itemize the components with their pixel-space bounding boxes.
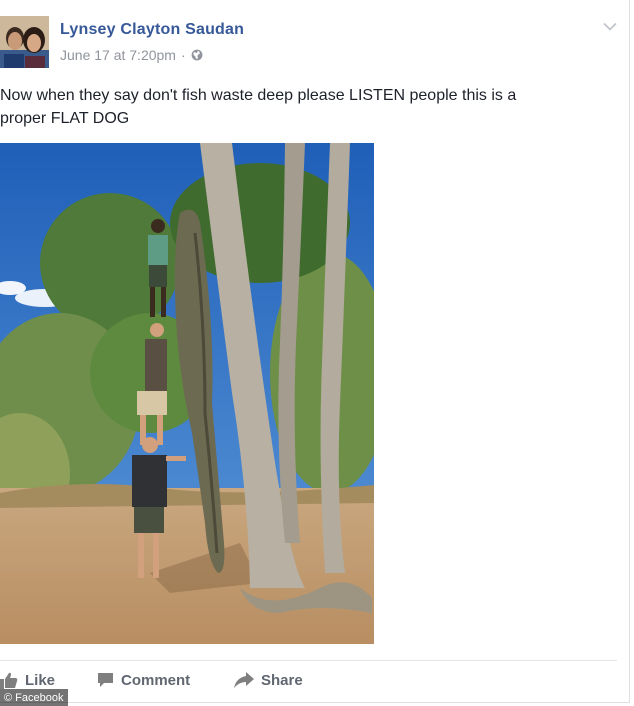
- comment-button[interactable]: Comment: [97, 668, 190, 692]
- like-label: Like: [25, 671, 56, 689]
- share-button[interactable]: Share: [234, 668, 303, 692]
- post-text: Now when they say don't fish waste deep …: [0, 84, 610, 130]
- thumbs-up-icon: [0, 672, 18, 689]
- post-text-line: Now when they say don't fish waste deep …: [0, 87, 517, 104]
- post-timestamp[interactable]: June 17 at 7:20pm: [60, 47, 176, 63]
- profile-photo: [0, 16, 49, 68]
- author-name[interactable]: Lynsey Clayton Saudan: [60, 21, 244, 39]
- chevron-down-icon: [603, 22, 617, 31]
- post-text-line: proper FLAT DOG: [0, 110, 130, 127]
- facebook-post: Lynsey Clayton Saudan June 17 at 7:20pm …: [0, 0, 630, 703]
- divider: [0, 660, 617, 661]
- share-arrow-icon: [234, 672, 254, 688]
- crocodile-photo: [0, 143, 374, 644]
- facebook-watermark: © Facebook: [0, 689, 69, 706]
- meta-separator: ·: [180, 47, 186, 63]
- post-options-button[interactable]: [600, 16, 620, 36]
- post-meta: June 17 at 7:20pm ·: [60, 47, 203, 63]
- avatar[interactable]: [0, 16, 49, 68]
- globe-icon[interactable]: [191, 49, 203, 61]
- share-label: Share: [261, 671, 303, 689]
- watermark-text: © Facebook: [4, 691, 64, 704]
- comment-label: Comment: [121, 671, 191, 689]
- post-actions: Like Comment Share: [0, 668, 620, 692]
- post-photo[interactable]: [0, 143, 374, 644]
- comment-icon: [98, 673, 113, 687]
